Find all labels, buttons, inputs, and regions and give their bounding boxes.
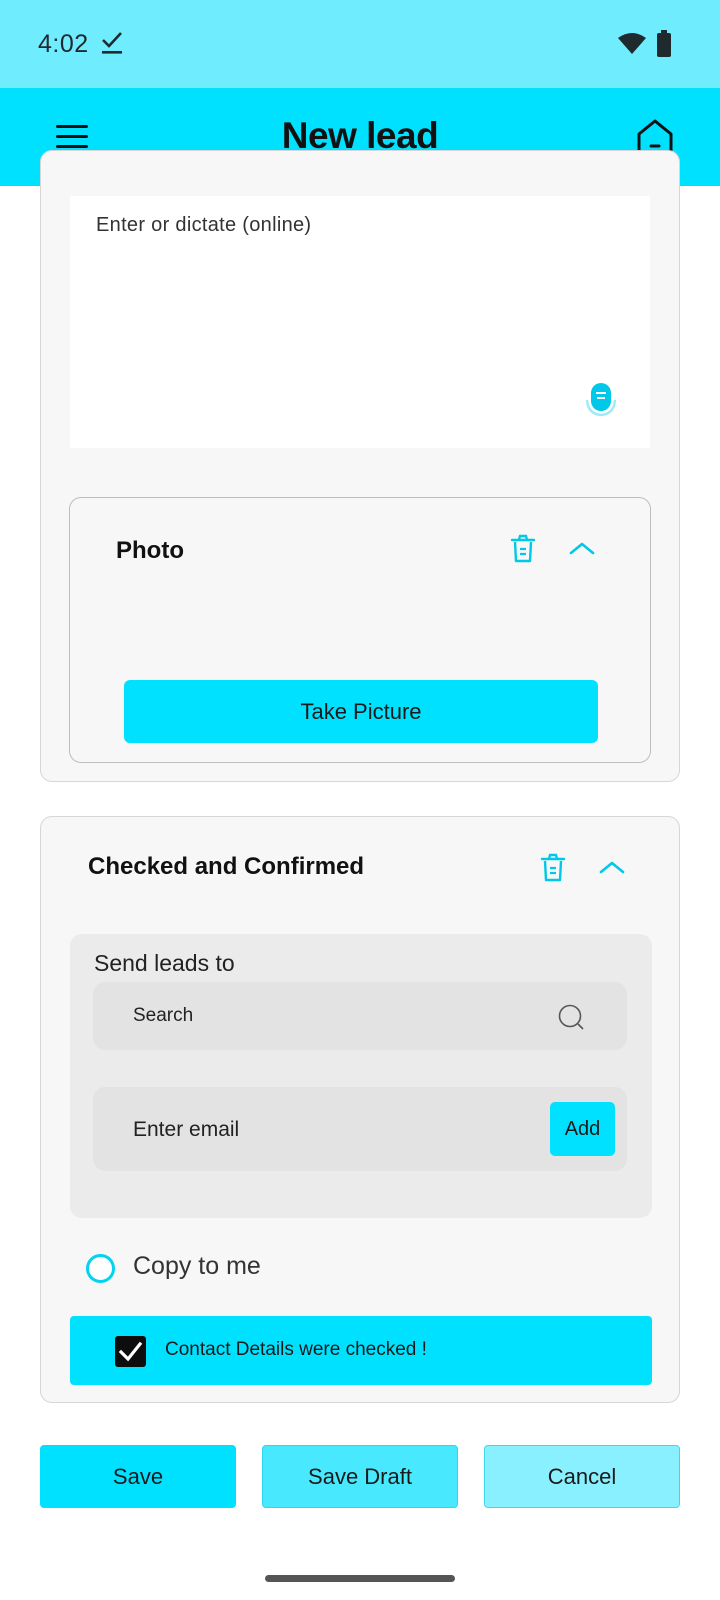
copy-to-me-label: Copy to me — [133, 1252, 261, 1280]
copy-to-me-radio[interactable] — [86, 1254, 115, 1283]
notes-placeholder: Enter or dictate (online) — [96, 214, 312, 236]
wifi-icon — [618, 33, 646, 54]
take-picture-button[interactable]: Take Picture — [124, 680, 598, 743]
email-placeholder: Enter email — [133, 1118, 240, 1141]
contact-checked-toggle[interactable]: Contact Details were checked ! — [70, 1316, 652, 1385]
chevron-up-icon[interactable] — [598, 853, 626, 883]
email-field[interactable]: Enter email Add — [93, 1087, 627, 1171]
checkmark-icon — [118, 1341, 143, 1362]
send-leads-label: Send leads to — [94, 950, 235, 976]
checked-confirmed-section: Checked and Confirmed Send leads to Sear… — [40, 816, 680, 1403]
save-button[interactable]: Save — [40, 1445, 236, 1508]
copy-to-me-option[interactable]: Copy to me — [86, 1250, 406, 1290]
checked-title: Checked and Confirmed — [88, 853, 365, 880]
photo-section: Photo Take Picture — [69, 497, 651, 763]
notes-input[interactable]: Enter or dictate (online) — [70, 196, 650, 448]
status-time: 4:02 — [38, 30, 89, 58]
search-icon — [558, 1004, 584, 1030]
chevron-up-icon[interactable] — [568, 534, 596, 564]
contact-checked-checkbox[interactable] — [115, 1336, 146, 1367]
battery-icon — [657, 30, 671, 57]
photo-title: Photo — [116, 537, 184, 564]
task-done-icon — [102, 32, 122, 54]
send-leads-panel: Send leads to Search Enter email Add — [70, 934, 652, 1218]
add-email-button[interactable]: Add — [550, 1102, 615, 1156]
trash-icon[interactable] — [509, 534, 537, 564]
contact-checked-label: Contact Details were checked ! — [165, 1339, 427, 1360]
status-bar: 4:02 — [0, 0, 720, 88]
search-input[interactable]: Search — [93, 982, 627, 1050]
home-indicator[interactable] — [265, 1575, 455, 1582]
microphone-icon[interactable] — [584, 380, 618, 418]
trash-icon[interactable] — [539, 853, 567, 883]
save-draft-button[interactable]: Save Draft — [262, 1445, 458, 1508]
search-placeholder: Search — [133, 1005, 194, 1026]
cancel-button[interactable]: Cancel — [484, 1445, 680, 1508]
